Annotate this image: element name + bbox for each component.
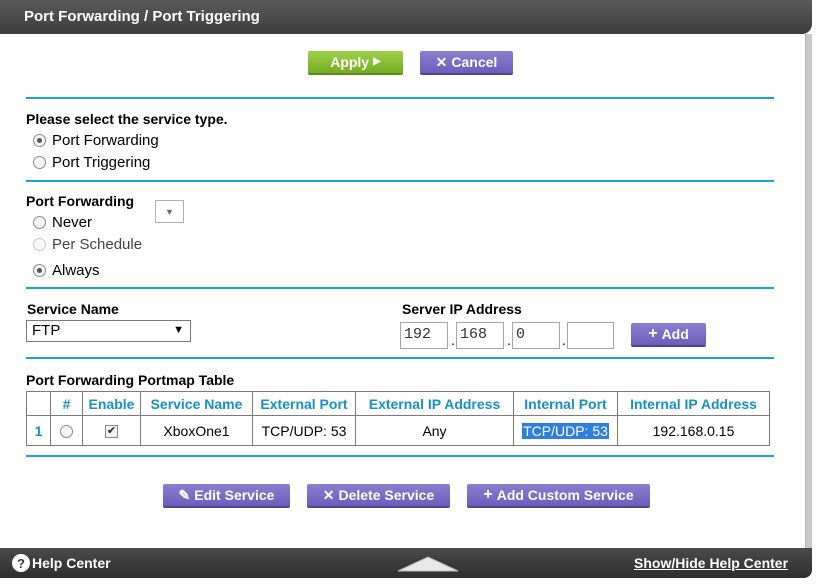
ip-octet-value: 192 <box>404 326 432 343</box>
help-center-label[interactable]: Help Center <box>32 555 111 571</box>
section-divider <box>26 357 774 359</box>
ip-octet-4[interactable] <box>567 322 614 349</box>
expand-handle-icon[interactable] <box>396 554 460 572</box>
column-header: External IP Address <box>355 391 514 416</box>
radio-always[interactable]: Always <box>33 262 100 279</box>
cancel-button[interactable]: ✕ Cancel <box>420 51 513 75</box>
show-hide-help-link[interactable]: Show/Hide Help Center <box>634 555 788 571</box>
server-ip-label: Server IP Address <box>402 301 522 317</box>
column-header <box>26 391 51 416</box>
radio-port-triggering[interactable]: Port Triggering <box>33 154 150 171</box>
service-type-heading: Please select the service type. <box>26 111 228 127</box>
radio-button[interactable] <box>33 216 46 229</box>
plus-icon: + <box>483 486 493 503</box>
row-enable-cell: ✔ <box>82 415 141 446</box>
column-header: Service Name <box>140 391 253 416</box>
cell-service-name: XboxOne1 <box>140 415 253 446</box>
apply-button[interactable]: Apply ▶ <box>308 51 403 75</box>
chevron-down-icon: ▼ <box>165 206 174 217</box>
column-header: Internal Port <box>513 391 618 416</box>
add-button-label: Add <box>661 326 689 342</box>
section-divider <box>26 287 774 289</box>
section-divider <box>26 455 774 457</box>
enable-checkbox[interactable]: ✔ <box>105 425 118 439</box>
pencil-icon: ✎ <box>178 487 191 503</box>
radio-label: Never <box>52 214 93 231</box>
radio-button <box>33 238 46 251</box>
edit-service-label: Edit Service <box>194 487 275 503</box>
ip-separator: . <box>507 332 511 348</box>
row-index: 1 <box>26 415 51 446</box>
service-name-label: Service Name <box>27 301 119 317</box>
row-select-radio[interactable] <box>60 425 73 439</box>
ip-octet-1[interactable]: 192 <box>400 322 448 349</box>
cell-external-port: TCP/UDP: 53 <box>252 415 356 446</box>
cell-external-ip: Any <box>355 415 514 446</box>
ip-separator: . <box>451 332 455 348</box>
add-button[interactable]: + Add <box>631 323 706 347</box>
service-name-value: FTP <box>32 322 61 339</box>
column-header: Internal IP Address <box>617 391 770 416</box>
delete-service-button[interactable]: ✕ Delete Service <box>307 484 450 508</box>
close-icon: ✕ <box>435 54 448 70</box>
ip-separator: . <box>562 332 566 348</box>
radio-label: Port Triggering <box>52 154 151 171</box>
chevron-down-icon: ▼ <box>173 324 184 336</box>
ip-octet-value: 168 <box>460 326 488 343</box>
schedule-select[interactable]: ▼ <box>155 200 184 223</box>
edit-service-button[interactable]: ✎ Edit Service <box>163 484 290 508</box>
add-custom-service-label: Add Custom Service <box>496 487 634 503</box>
delete-service-label: Delete Service <box>338 487 435 503</box>
ip-octet-2[interactable]: 168 <box>456 322 504 349</box>
panel-right-edge <box>805 34 812 548</box>
port-forwarding-heading: Port Forwarding <box>26 193 135 209</box>
ip-octet-3[interactable]: 0 <box>512 322 560 349</box>
cell-internal-port: TCP/UDP: 53 <box>513 415 618 446</box>
selected-text: TCP/UDP: 53 <box>522 422 609 439</box>
service-name-select[interactable]: FTP ▼ <box>26 320 191 342</box>
radio-per-schedule: Per Schedule <box>33 236 142 253</box>
page-title-bar: Port Forwarding / Port Triggering <box>0 0 812 34</box>
section-divider <box>26 180 774 182</box>
table-header-row: # Enable Service Name External Port Exte… <box>26 391 770 416</box>
add-custom-service-button[interactable]: + Add Custom Service <box>467 484 650 508</box>
apply-button-label: Apply <box>330 54 370 70</box>
plus-icon: + <box>648 325 658 342</box>
cancel-button-label: Cancel <box>451 54 498 70</box>
close-icon: ✕ <box>322 487 335 503</box>
portmap-table: # Enable Service Name External Port Exte… <box>26 391 770 446</box>
radio-button[interactable] <box>33 134 46 147</box>
portmap-table-title: Port Forwarding Portmap Table <box>26 372 235 388</box>
play-arrow-icon: ▶ <box>373 56 381 67</box>
section-divider <box>26 97 774 99</box>
radio-label: Always <box>52 262 100 279</box>
cell-internal-ip: 192.168.0.15 <box>617 415 770 446</box>
ip-octet-value: 0 <box>516 326 526 343</box>
radio-button[interactable] <box>33 264 46 277</box>
row-select-cell <box>50 415 83 446</box>
column-header: External Port <box>252 391 356 416</box>
radio-label: Port Forwarding <box>52 132 159 149</box>
help-icon[interactable]: ? <box>12 554 30 572</box>
help-center-bar: ? Help Center Show/Hide Help Center <box>0 548 812 578</box>
column-header: Enable <box>82 391 141 416</box>
page-title: Port Forwarding / Port Triggering <box>24 8 260 25</box>
radio-never[interactable]: Never <box>33 214 92 231</box>
radio-label: Per Schedule <box>52 236 143 253</box>
table-row[interactable]: 1 ✔ XboxOne1 TCP/UDP: 53 Any TCP/UDP: 53… <box>26 415 770 446</box>
radio-port-forwarding[interactable]: Port Forwarding <box>33 132 159 149</box>
radio-button[interactable] <box>33 156 46 169</box>
column-header: # <box>50 391 83 416</box>
